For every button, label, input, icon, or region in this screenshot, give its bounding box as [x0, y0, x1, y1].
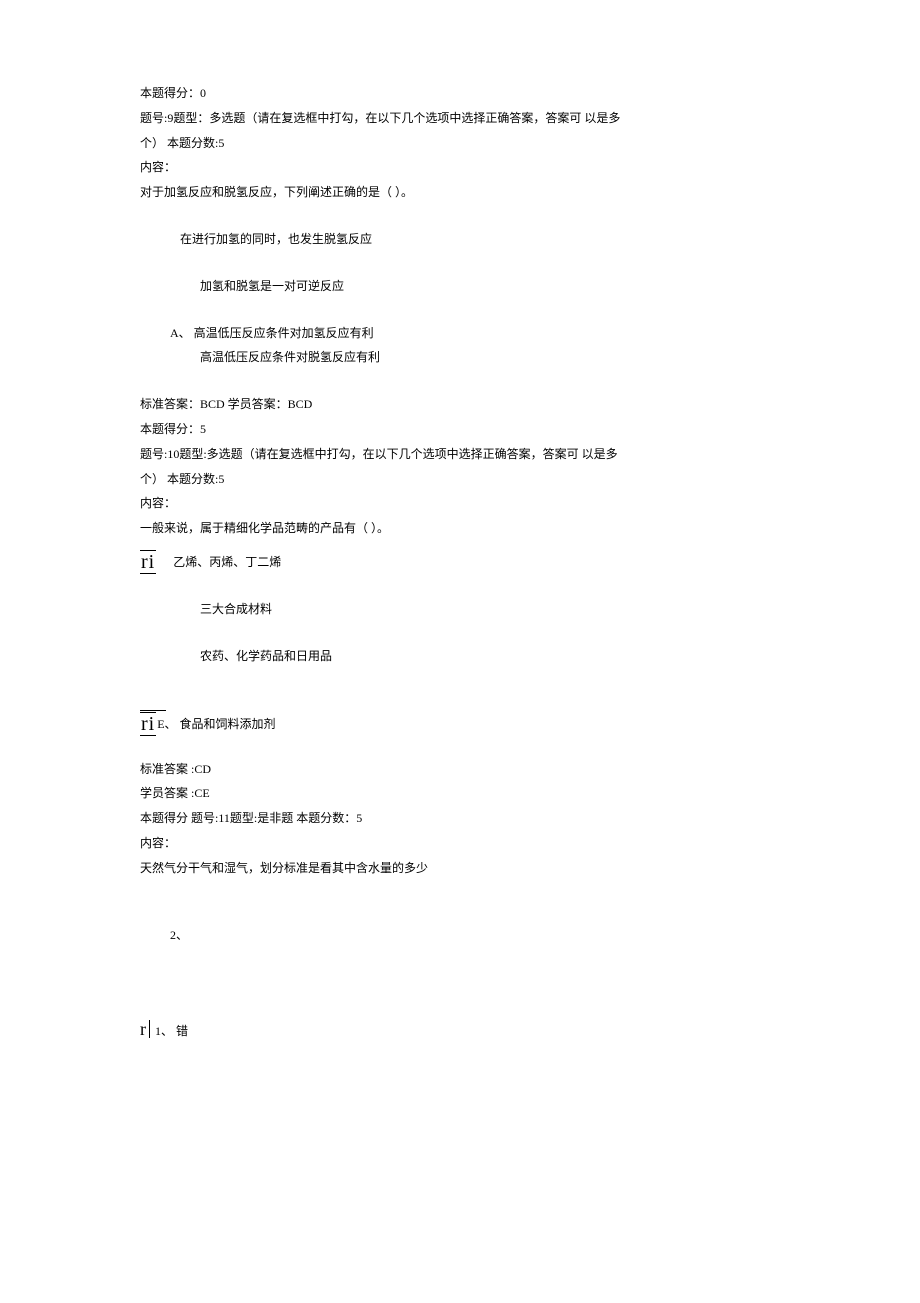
q9-header: 题号:9题型：多选题（请在复选框中打勾，在以下几个选项中选择正确答案，答案可 以…	[140, 107, 780, 130]
q9-answer: 标准答案：BCD 学员答案：BCD	[140, 393, 780, 416]
q9-score: 本题得分：5	[140, 418, 780, 441]
q10-std-answer: 标准答案 :CD	[140, 758, 780, 781]
q9-option-c[interactable]: 加氢和脱氢是一对可逆反应	[140, 275, 780, 298]
q10-option-b[interactable]: 三大合成材料	[140, 598, 780, 621]
q11-option-1-row[interactable]: r 1、 错	[140, 1020, 780, 1043]
q10-content-label: 内容：	[140, 492, 780, 515]
q10-option-e: E、 食品和饲料添加剂	[157, 713, 275, 736]
q9-stem: 对于加氢反应和脱氢反应，下列阐述正确的是（ ）。	[140, 181, 780, 204]
rule-icon	[140, 710, 166, 711]
q11-option-2[interactable]: 2、	[140, 924, 780, 947]
q9-option-b[interactable]: 在进行加氢的同时，也发生脱氢反应	[140, 228, 780, 251]
q11-content-label: 内容：	[140, 832, 780, 855]
ri-symbol: ri	[140, 712, 156, 736]
q11-header: 本题得分 题号:11题型:是非题 本题分数：5	[140, 807, 780, 830]
ri-symbol: ri	[140, 550, 156, 574]
q10-stu-answer: 学员答案 :CE	[140, 782, 780, 805]
r-bar-icon: r	[140, 1020, 150, 1038]
q9-option-d[interactable]: 高温低压反应条件对脱氢反应有利	[140, 346, 780, 369]
q10-header: 题号:10题型:多选题（请在复选框中打勾，在以下几个选项中选择正确答案，答案可 …	[140, 443, 780, 466]
q10-header2: 个） 本题分数:5	[140, 468, 780, 491]
q10-option-a-row[interactable]: ri 乙烯、丙烯、丁二烯	[140, 550, 780, 574]
q10-option-c[interactable]: 农药、化学药品和日用品	[140, 645, 780, 668]
q9-header2: 个） 本题分数:5	[140, 132, 780, 155]
q10-option-e-row[interactable]: ri E、 食品和饲料添加剂	[140, 712, 780, 736]
q10-stem: 一般来说，属于精细化学品范畴的产品有（ ）。	[140, 517, 780, 540]
q11-stem: 天然气分干气和湿气，划分标准是看其中含水量的多少	[140, 857, 780, 880]
q8-score: 本题得分：0	[140, 82, 780, 105]
q10-option-a: 乙烯、丙烯、丁二烯	[173, 555, 281, 569]
q11-option-1: 1、 错	[155, 1024, 188, 1038]
q9-option-a[interactable]: A、 高温低压反应条件对加氢反应有利	[140, 322, 780, 345]
q9-content-label: 内容：	[140, 156, 780, 179]
